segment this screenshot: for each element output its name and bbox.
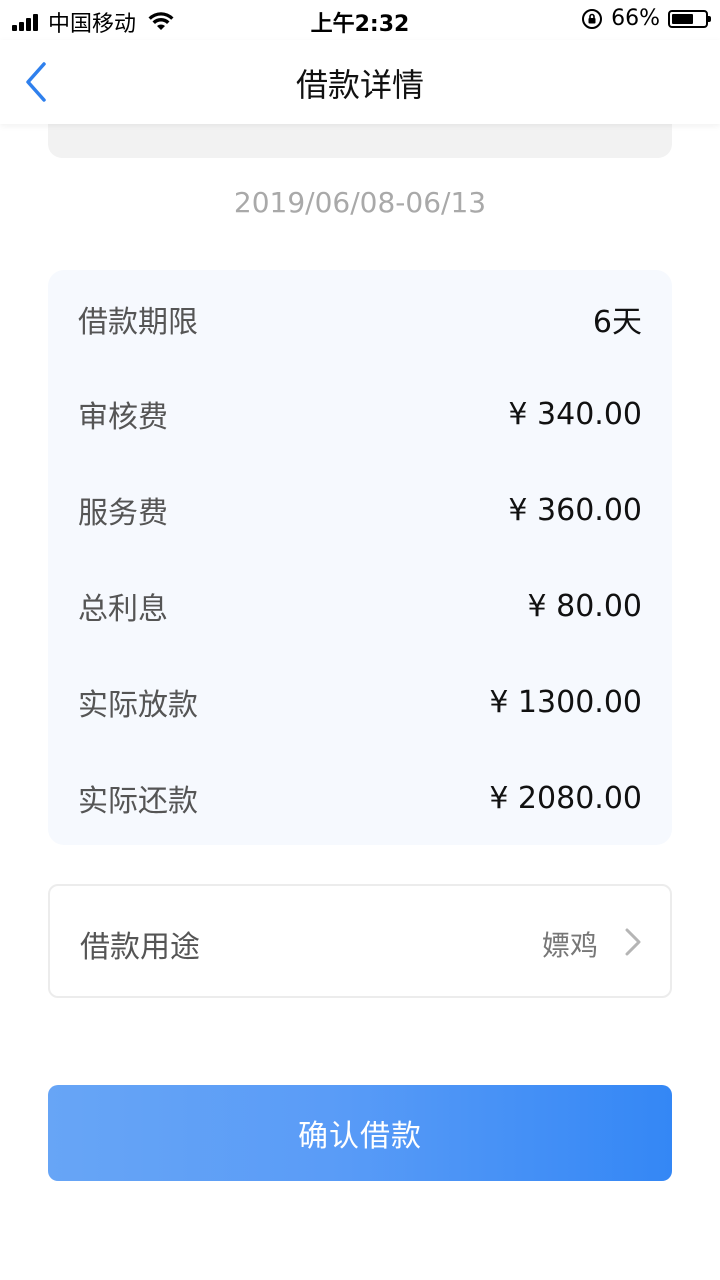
detail-label: 借款期限: [78, 305, 198, 340]
nav-bar: 借款详情: [0, 40, 720, 124]
loan-detail-page: 中国移动 上午2:32 66% 借款详情 2019/06/08-06/13 借款…: [0, 0, 720, 1280]
loan-purpose-selector[interactable]: 借款用途 嫖鸡: [48, 884, 672, 998]
detail-value: ¥ 1300.00: [489, 684, 642, 720]
purpose-label: 借款用途: [80, 930, 200, 965]
detail-label: 实际还款: [78, 784, 198, 819]
orientation-lock-icon: [582, 8, 603, 29]
loan-details-card: 借款期限 6天 审核费 ¥ 340.00 服务费 ¥ 360.00 总利息 ¥ …: [48, 270, 672, 845]
chevron-right-icon: [625, 928, 641, 956]
date-range: 2019/06/08-06/13: [233, 186, 487, 219]
detail-row-total-interest: 总利息 ¥ 80.00: [78, 576, 642, 636]
page-title: 借款详情: [295, 66, 424, 104]
detail-row-service-fee: 服务费 ¥ 360.00: [78, 480, 642, 540]
detail-row-actual-repayment: 实际还款 ¥ 2080.00: [78, 768, 642, 828]
detail-label: 审核费: [78, 400, 168, 435]
battery-icon: [668, 9, 711, 28]
detail-row-actual-disbursement: 实际放款 ¥ 1300.00: [78, 672, 642, 732]
battery-percent: 66%: [611, 6, 660, 31]
detail-value: 6天: [592, 305, 642, 340]
detail-label: 服务费: [78, 496, 168, 531]
status-bar: 中国移动 上午2:32 66%: [0, 0, 720, 40]
detail-label: 实际放款: [78, 688, 198, 723]
status-right: 66%: [581, 6, 711, 31]
battery-fill: [672, 13, 693, 24]
detail-value: ¥ 360.00: [508, 492, 642, 528]
detail-label: 总利息: [78, 592, 168, 627]
detail-value: ¥ 2080.00: [489, 780, 642, 816]
detail-value: ¥ 340.00: [508, 396, 642, 432]
detail-value: ¥ 80.00: [527, 588, 642, 624]
confirm-loan-button[interactable]: 确认借款: [48, 1085, 672, 1181]
detail-row-term: 借款期限 6天: [78, 289, 642, 349]
detail-row-review-fee: 审核费 ¥ 340.00: [78, 384, 642, 444]
purpose-value: 嫖鸡: [541, 929, 598, 962]
